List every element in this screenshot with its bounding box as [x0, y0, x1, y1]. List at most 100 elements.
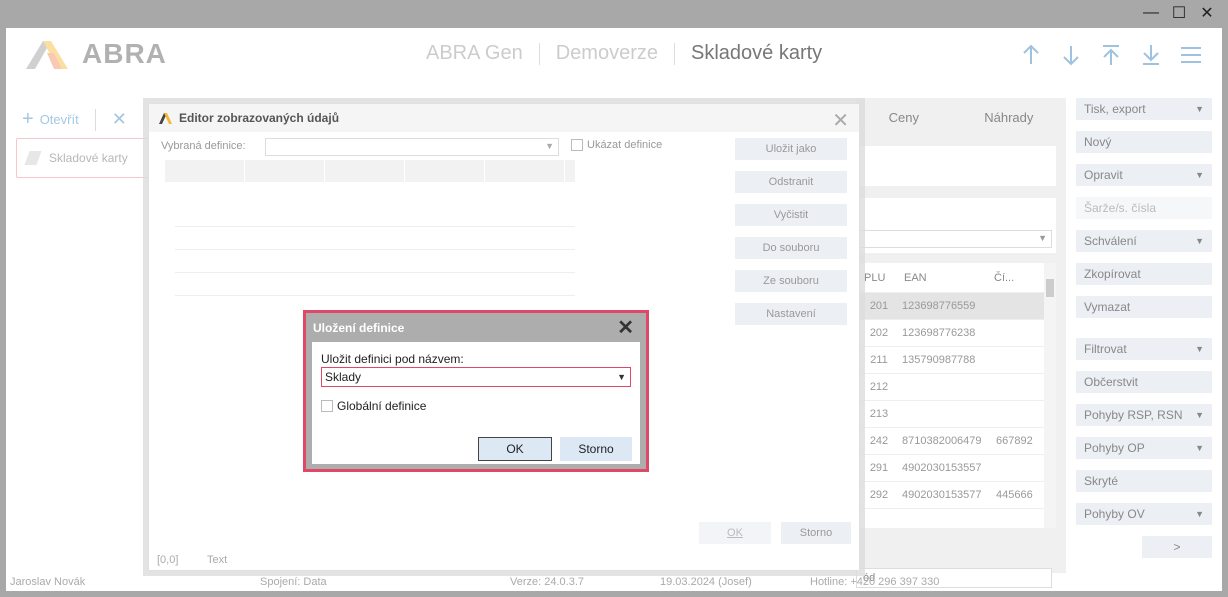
editor-ok-button[interactable]: OK	[699, 522, 771, 544]
save-as-button[interactable]: Uložit jako	[735, 138, 847, 160]
global-definition-label: Globální definice	[337, 399, 427, 413]
action-button-label: Filtrovat	[1084, 342, 1127, 356]
maximize-icon[interactable]: ☐	[1168, 2, 1190, 24]
editor-buttons: Uložit jako Odstranit Vyčistit Do soubor…	[735, 138, 847, 336]
detail-tabs: Ceny Náhrady	[856, 110, 1066, 125]
breadcrumb-item[interactable]: ABRA Gen	[426, 42, 523, 65]
tab-ceny[interactable]: Ceny	[889, 110, 919, 125]
grid-scrollbar[interactable]	[1044, 263, 1056, 528]
from-file-button[interactable]: Ze souboru	[735, 270, 847, 292]
close-tab-icon[interactable]: ✕	[112, 109, 127, 130]
minimize-icon[interactable]: —	[1140, 2, 1162, 24]
definition-table-header	[165, 160, 575, 182]
chevron-down-icon: ▼	[1195, 509, 1204, 519]
breadcrumb-item[interactable]: Demoverze	[556, 42, 658, 65]
action-button-label: Nový	[1084, 135, 1112, 149]
close-icon[interactable]: ✕	[832, 108, 849, 133]
table-cell: 123698776559	[902, 300, 976, 312]
to-file-button[interactable]: Do souboru	[735, 237, 847, 259]
action-button[interactable]: Pohyby OP ▼	[1076, 437, 1212, 459]
delete-button[interactable]: Odstranit	[735, 171, 847, 193]
table-row[interactable]: 202 123698776238	[856, 320, 1056, 347]
action-button[interactable]: Schválení ▼	[1076, 230, 1212, 252]
action-button[interactable]: Vymazat	[1076, 296, 1212, 318]
breadcrumb: ABRA Gen Demoverze Skladové karty	[426, 42, 822, 65]
status-user: Jaroslav Novák	[10, 576, 86, 588]
column-header-ean[interactable]: EAN	[896, 272, 986, 284]
action-button: Šarže/s. čísla	[1076, 197, 1212, 219]
chevron-down-icon: ▼	[1195, 104, 1204, 114]
table-row[interactable]: 242 8710382006479 667892	[856, 428, 1056, 455]
definition-name-combobox[interactable]: Sklady ▼	[321, 367, 631, 387]
cursor-coordinates: [0,0]	[157, 554, 179, 566]
save-dialog-title: Uložení definice	[313, 320, 405, 335]
action-button[interactable]: Občerstvit	[1076, 371, 1212, 393]
table-cell: 202	[869, 327, 889, 339]
action-button[interactable]: Filtrovat ▼	[1076, 338, 1212, 360]
status-connection: Spojení: Data	[260, 576, 327, 588]
action-button-label: Pohyby RSP, RSN	[1084, 408, 1183, 422]
arrow-first-icon[interactable]	[1100, 42, 1122, 68]
table-row[interactable]: 211 135790987788	[856, 347, 1056, 374]
arrow-up-icon[interactable]	[1020, 42, 1042, 68]
cancel-button[interactable]: Storno	[560, 437, 632, 461]
action-button[interactable]: Nový	[1076, 131, 1212, 153]
editor-title-bar: Editor zobrazovaných údajů	[149, 104, 859, 132]
action-button-label: Občerstvit	[1084, 375, 1139, 389]
grid-header: PLU EAN Čí...	[856, 263, 1056, 293]
action-button[interactable]: Pohyby OV ▼	[1076, 503, 1212, 525]
column-header-plu[interactable]: PLU	[856, 272, 896, 284]
action-button-label: Schválení	[1084, 234, 1137, 248]
chevron-down-icon: ▼	[1195, 170, 1204, 180]
action-button[interactable]: Opravit ▼	[1076, 164, 1212, 186]
menu-icon[interactable]	[1180, 42, 1202, 68]
save-dialog-title-bar: Uložení definice ✕	[306, 313, 646, 342]
table-row[interactable]: 213	[856, 401, 1056, 428]
more-actions-button[interactable]: >	[1142, 536, 1212, 558]
table-row[interactable]: 212	[856, 374, 1056, 401]
show-definitions-label: Ukázat definice	[587, 139, 663, 151]
left-toolbar: + Otevřít ✕	[22, 108, 127, 131]
table-row[interactable]: 201 123698776559	[856, 293, 1056, 320]
column-header-cislo[interactable]: Čí...	[986, 272, 1036, 284]
close-icon[interactable]: ✕	[1196, 2, 1218, 24]
logo: ABRA	[26, 38, 167, 70]
close-icon[interactable]: ✕	[617, 315, 634, 340]
global-definition-checkbox[interactable]: Globální definice	[321, 399, 426, 413]
scrollbar-thumb[interactable]	[1046, 279, 1054, 297]
logo-text: ABRA	[82, 38, 167, 69]
action-button[interactable]: Pohyby RSP, RSN ▼	[1076, 404, 1212, 426]
table-cell: 445666	[996, 489, 1033, 501]
ok-button[interactable]: OK	[478, 437, 552, 461]
tab-nahrady[interactable]: Náhrady	[984, 110, 1033, 125]
table-row[interactable]: 292 4902030153577 445666	[856, 482, 1056, 509]
chevron-down-icon: ▼	[1038, 233, 1047, 243]
definition-name-value: Sklady	[325, 370, 362, 384]
show-definitions-checkbox[interactable]: Ukázat definice	[571, 139, 662, 151]
arrow-last-icon[interactable]	[1140, 42, 1162, 68]
action-button[interactable]: Zkopírovat	[1076, 263, 1212, 285]
table-row[interactable]: 291 4902030153557	[856, 455, 1056, 482]
filter-select[interactable]: ▼	[856, 230, 1052, 248]
abra-logo-icon	[26, 41, 68, 69]
checkbox[interactable]	[571, 139, 583, 151]
arrow-down-icon[interactable]	[1060, 42, 1082, 68]
table-cell: 291	[869, 462, 889, 474]
chevron-down-icon[interactable]: ▼	[617, 372, 626, 382]
save-definition-dialog: Uložení definice ✕ Uložit definici pod n…	[303, 310, 649, 472]
selected-definition-select[interactable]: ▼	[265, 138, 559, 156]
tab-skladove-karty[interactable]: Skladové karty	[16, 138, 156, 178]
window-controls: — ☐ ✕	[1140, 0, 1228, 26]
action-button[interactable]: Skryté	[1076, 470, 1212, 492]
table-cell: 123698776238	[902, 327, 976, 339]
table-cell: 8710382006479	[902, 435, 982, 447]
action-button-label: Skryté	[1084, 474, 1119, 488]
clear-button[interactable]: Vyčistit	[735, 204, 847, 226]
editor-cancel-button[interactable]: Storno	[781, 522, 851, 544]
settings-button[interactable]: Nastavení	[735, 303, 847, 325]
open-button[interactable]: + Otevřít	[22, 108, 79, 131]
checkbox[interactable]	[321, 400, 333, 412]
chevron-down-icon: ▼	[1195, 443, 1204, 453]
action-button[interactable]: Tisk, export ▼	[1076, 98, 1212, 120]
status-date: 19.03.2024 (Josef)	[660, 576, 752, 588]
